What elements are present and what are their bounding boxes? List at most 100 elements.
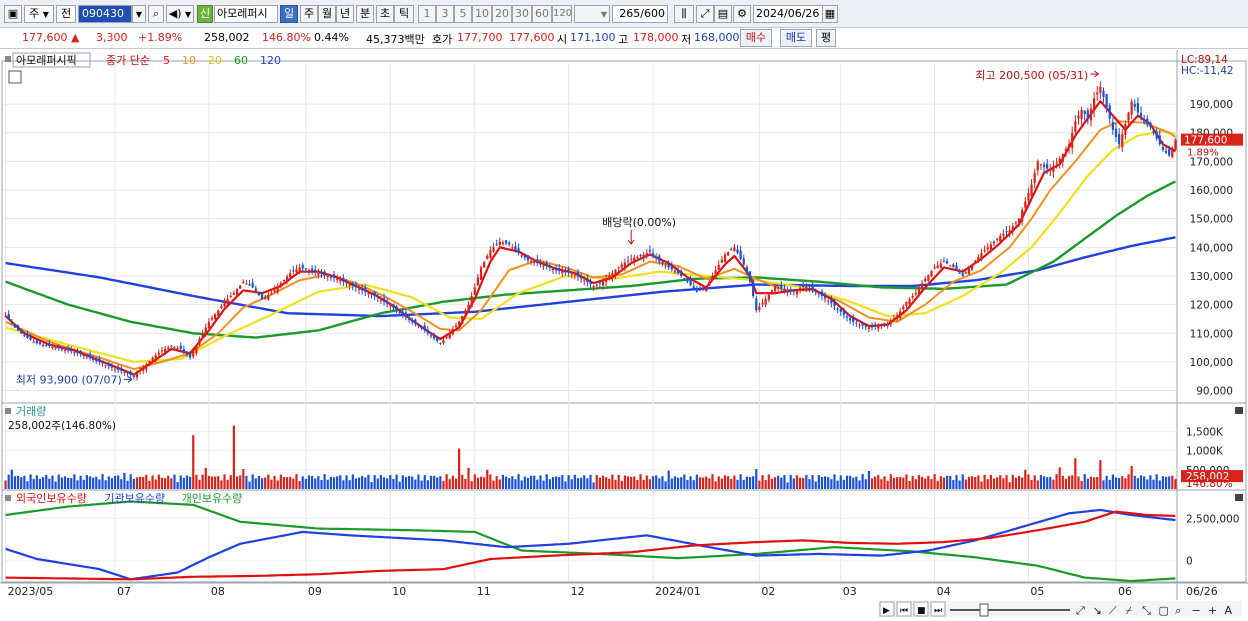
price-panel-frame xyxy=(1,60,1247,404)
candle-body xyxy=(708,281,711,286)
candle-body xyxy=(936,265,939,268)
period-second-tab[interactable]: 초 xyxy=(376,5,394,23)
minute-3-button[interactable]: 3 xyxy=(436,5,454,23)
candle-body xyxy=(536,259,539,264)
candle-body xyxy=(323,271,326,276)
volume-bar xyxy=(564,481,567,489)
volume-bar xyxy=(267,474,270,489)
minute-10-button[interactable]: 10 xyxy=(472,5,492,23)
candle-body xyxy=(517,248,520,254)
volume-bar xyxy=(135,477,139,489)
sell-button[interactable]: 매도 xyxy=(780,29,812,47)
candle-body xyxy=(1046,163,1049,169)
volume-bar xyxy=(802,478,805,489)
candle-body xyxy=(564,271,567,273)
minute-20-button[interactable]: 20 xyxy=(492,5,512,23)
prev-button[interactable]: 전 xyxy=(56,5,76,23)
volume-bar xyxy=(792,478,795,489)
volume-bar xyxy=(433,475,436,489)
panel-handle-icon xyxy=(5,56,11,62)
stock-code-input[interactable]: 090430 xyxy=(78,5,132,23)
candle-body xyxy=(342,277,345,282)
save-icon[interactable]: ▤ xyxy=(714,5,732,23)
volume-bar xyxy=(379,475,383,489)
candle-body xyxy=(20,330,23,334)
volume-bar xyxy=(958,480,961,489)
volume-bar xyxy=(320,479,323,489)
stock-chart[interactable]: 2023/05 07 08 09 10 11 12 2024/01 02 03 04 05 06 06/2… xyxy=(0,50,1248,621)
line-tool-icon[interactable]: ⤢ xyxy=(696,5,714,23)
minute-60-button[interactable]: 60 xyxy=(532,5,552,23)
period-tick-tab[interactable]: 틱 xyxy=(394,5,414,23)
volume-bar xyxy=(192,435,195,489)
ask-price: 177,700 xyxy=(457,31,503,44)
period-minute-tab[interactable]: 분 xyxy=(356,5,374,23)
volume-bar xyxy=(645,475,648,489)
volume-bar xyxy=(298,481,301,489)
candle-body xyxy=(1105,94,1108,107)
candle-body xyxy=(920,283,924,289)
candle-body xyxy=(695,290,698,292)
candle-body xyxy=(1074,121,1077,132)
candle-body xyxy=(1161,147,1165,150)
drawing-tool-icon: ⌕ xyxy=(1175,604,1181,617)
volume-bar xyxy=(1143,476,1146,489)
candle-body xyxy=(276,286,279,293)
period-week-tab[interactable]: 주 xyxy=(300,5,318,23)
gear-icon[interactable]: ⚙ xyxy=(733,5,751,23)
eval-button[interactable]: 평 xyxy=(816,29,836,47)
candle-body xyxy=(1143,120,1146,122)
speaker-icon[interactable]: ◀) ▼ xyxy=(166,5,194,23)
chart-area[interactable]: 2023/05 07 08 09 10 11 12 2024/01 02 03 04 05 06 06/2… xyxy=(0,50,1248,621)
volume-bar xyxy=(1108,479,1111,489)
volume-bar xyxy=(908,480,911,489)
candle-body xyxy=(414,319,417,324)
volume-bar xyxy=(508,478,511,489)
volume-bar xyxy=(51,475,54,489)
candle-body xyxy=(989,244,992,251)
volume-bar xyxy=(839,475,842,489)
candle-type-icon[interactable]: ⫼ xyxy=(674,5,694,23)
search-icon[interactable]: ⌕ xyxy=(148,5,164,23)
period-day-tab[interactable]: 일 xyxy=(280,5,298,23)
volume-bar xyxy=(733,475,736,489)
candle-body xyxy=(251,282,254,288)
volume-bar xyxy=(160,477,164,489)
unit-select[interactable]: ▼ xyxy=(574,5,610,23)
layout-icon[interactable]: ▣ xyxy=(4,5,22,23)
calendar-icon[interactable]: ▦ xyxy=(822,5,838,23)
buy-button[interactable]: 매수 xyxy=(740,29,772,47)
candle-body xyxy=(1108,105,1111,119)
x-tick-label: 2024/01 xyxy=(655,585,701,598)
volume-bar xyxy=(57,474,60,489)
volume-bar xyxy=(558,476,561,489)
candle-body xyxy=(332,274,336,278)
minute-1-button[interactable]: 1 xyxy=(418,5,436,23)
minute-5-button[interactable]: 5 xyxy=(454,5,472,23)
date-input[interactable]: 2024/06/26 xyxy=(753,5,823,23)
period-year-tab[interactable]: 년 xyxy=(336,5,354,23)
volume-bar xyxy=(1152,479,1155,489)
bar-count-input[interactable]: 265/600 xyxy=(612,5,668,23)
candle-body xyxy=(179,345,182,350)
period-month-tab[interactable]: 월 xyxy=(318,5,336,23)
market-select[interactable]: 주 ▼ xyxy=(24,5,54,23)
volume-bar xyxy=(361,476,364,489)
panel-handle-icon xyxy=(5,495,11,501)
volume-bar xyxy=(864,479,867,489)
candle-body xyxy=(60,348,63,350)
volume-bar xyxy=(151,475,154,489)
volume-bar xyxy=(1021,477,1024,489)
minute-30-button[interactable]: 30 xyxy=(512,5,532,23)
candle-body xyxy=(126,372,129,374)
code-dropdown-icon[interactable]: ▼ xyxy=(132,5,146,23)
bid-ask-label: 호가 xyxy=(432,33,453,46)
volume-bar xyxy=(830,479,833,489)
candle-body xyxy=(673,271,677,273)
candle-body xyxy=(76,351,79,353)
minute-120-button[interactable]: 120 xyxy=(552,5,572,23)
chevron-down-icon: ▼ xyxy=(42,10,49,19)
volume-bar xyxy=(711,474,714,489)
candle-body xyxy=(645,253,648,256)
candle-body xyxy=(523,255,526,258)
